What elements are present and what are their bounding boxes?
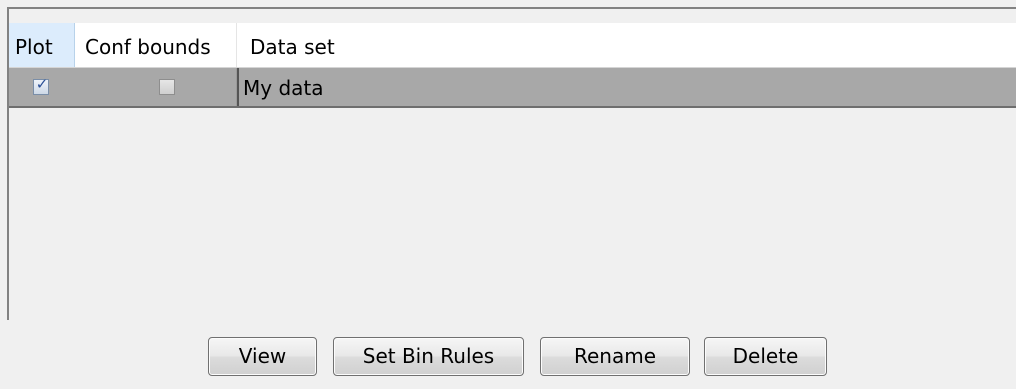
table-header: Plot Conf bounds Data set	[9, 23, 1016, 68]
delete-button[interactable]: Delete	[704, 337, 827, 376]
view-button[interactable]: View	[208, 337, 317, 376]
conf-bounds-checkbox[interactable]	[159, 79, 175, 95]
column-header-plot[interactable]: Plot	[9, 23, 75, 67]
table-row[interactable]: ✓ My data	[9, 68, 1016, 108]
plot-checkbox[interactable]: ✓	[33, 75, 49, 95]
button-bar: View Set Bin Rules Rename Delete	[7, 322, 1016, 389]
data-set-table: Plot Conf bounds Data set ✓ My data	[7, 7, 1016, 320]
rename-button[interactable]: Rename	[540, 337, 690, 376]
column-header-conf-bounds[interactable]: Conf bounds	[75, 23, 237, 67]
column-header-data-set[interactable]: Data set	[237, 23, 1016, 67]
checkbox-checked-icon: ✓	[35, 75, 49, 93]
plot-cell: ✓	[9, 68, 75, 106]
set-bin-rules-button[interactable]: Set Bin Rules	[333, 337, 524, 376]
conf-bounds-cell	[75, 68, 237, 106]
data-set-name-cell[interactable]: My data	[237, 68, 1016, 106]
